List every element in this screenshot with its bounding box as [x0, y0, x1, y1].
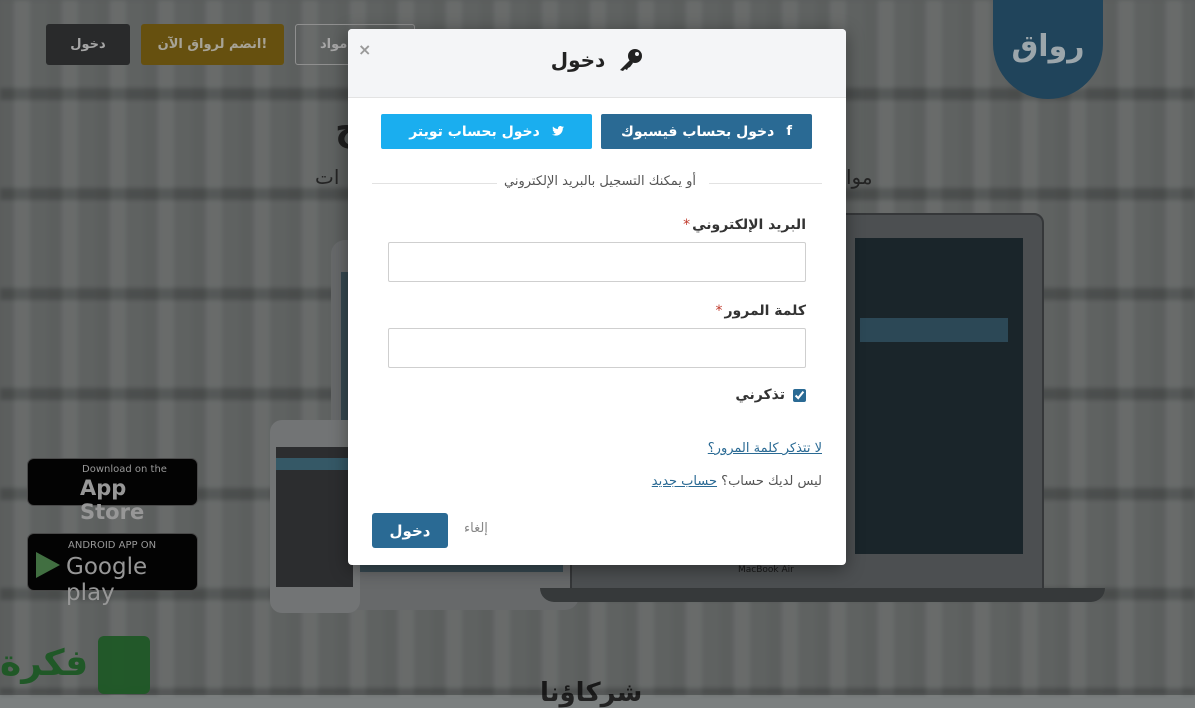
- no-account-text: ليس لديك حساب؟: [721, 474, 822, 489]
- password-label-text: كلمة المرور: [724, 303, 806, 319]
- key-icon: [620, 49, 643, 71]
- remember-me[interactable]: تذكرني: [735, 387, 806, 403]
- or-email-text: أو يمكنك التسجيل بالبريد الإلكتروني: [504, 174, 696, 189]
- twitter-login-label: دخول بحساب تويتر: [409, 123, 540, 140]
- facebook-login-button[interactable]: f دخول بحساب فيسبوك: [601, 114, 812, 149]
- modal-header: دخول ×: [348, 29, 846, 98]
- email-label-text: البريد الإلكتروني: [692, 217, 806, 233]
- divider-right: [709, 183, 822, 184]
- divider-left: [372, 183, 497, 184]
- remember-checkbox[interactable]: [793, 388, 806, 402]
- email-field[interactable]: [388, 242, 806, 282]
- close-icon[interactable]: ×: [358, 40, 371, 59]
- login-submit-button[interactable]: دخول: [372, 513, 448, 548]
- password-label: كلمة المرور*: [715, 303, 806, 319]
- twitter-icon: [551, 125, 564, 139]
- facebook-login-label: دخول بحساب فيسبوك: [621, 123, 775, 140]
- twitter-login-button[interactable]: دخول بحساب تويتر: [381, 114, 592, 149]
- no-account-row: ليس لديك حساب؟ حساب جديد: [652, 474, 822, 489]
- modal-title-wrap: دخول: [348, 48, 846, 72]
- email-label: البريد الإلكتروني*: [683, 217, 806, 233]
- required-mark: *: [715, 303, 723, 319]
- new-account-link[interactable]: حساب جديد: [652, 474, 717, 489]
- modal-title: دخول: [550, 48, 606, 72]
- facebook-icon: f: [786, 124, 792, 139]
- password-field[interactable]: [388, 328, 806, 368]
- remember-label: تذكرني: [735, 387, 785, 403]
- required-mark: *: [683, 217, 691, 233]
- login-modal: دخول × f دخول بحساب فيسبوك دخول بحساب تو…: [348, 29, 846, 565]
- forgot-password-link[interactable]: لا تتذكر كلمة المرور؟: [708, 441, 822, 456]
- cancel-button[interactable]: إلغاء: [464, 521, 488, 536]
